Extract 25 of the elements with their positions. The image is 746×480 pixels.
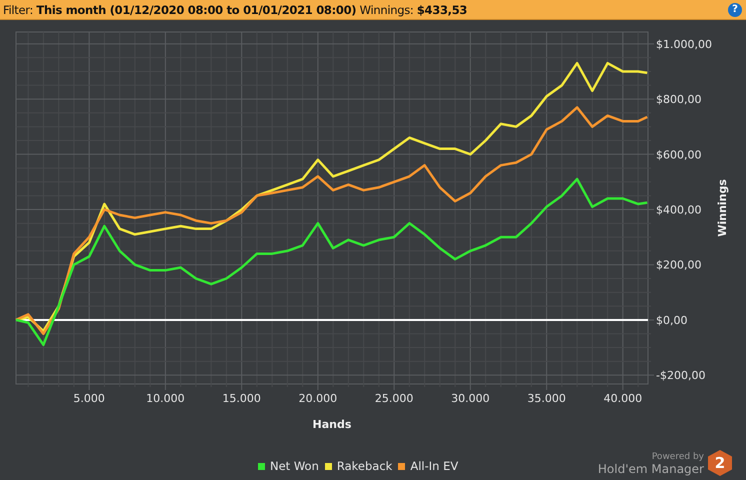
x-tick-label: 40.000 [604, 392, 642, 406]
product-name: Hold'em Manager [598, 462, 704, 476]
y-axis-title: Winnings [716, 180, 729, 238]
x-tick-label: 30.000 [451, 392, 490, 406]
legend-label: All-In EV [410, 459, 458, 473]
x-tick-label: 25.000 [374, 392, 414, 406]
y-tick-label: $0,00 [656, 314, 688, 328]
y-tick-label: -$200,00 [656, 369, 706, 382]
x-tick-label: 20.000 [298, 392, 338, 406]
hexagon-logo: 2 [708, 450, 732, 476]
powered-by-label: Powered by [652, 452, 704, 463]
x-tick-label: 35.000 [527, 392, 566, 406]
y-tick-label: $600,00 [656, 148, 702, 162]
y-tick-label: $200,00 [656, 259, 702, 272]
x-axis-title: Hands [312, 418, 352, 432]
y-tick-label: $800,00 [656, 93, 702, 106]
x-tick-label: 5.000 [73, 392, 105, 406]
legend-label: Net Won [270, 459, 319, 473]
x-tick-label: 10.000 [146, 392, 185, 406]
x-tick-label: 15.000 [222, 392, 261, 406]
filter-summary: Filter: This month (01/12/2020 08:00 to 01/01/2021 08:00) Winnings: $433,53 [3, 2, 468, 17]
y-tick-label: $1.000,00 [656, 38, 712, 52]
legend-label: Rakeback [336, 459, 392, 473]
help-icon[interactable]: ? [728, 2, 742, 17]
y-tick-label: $400,00 [656, 204, 702, 217]
